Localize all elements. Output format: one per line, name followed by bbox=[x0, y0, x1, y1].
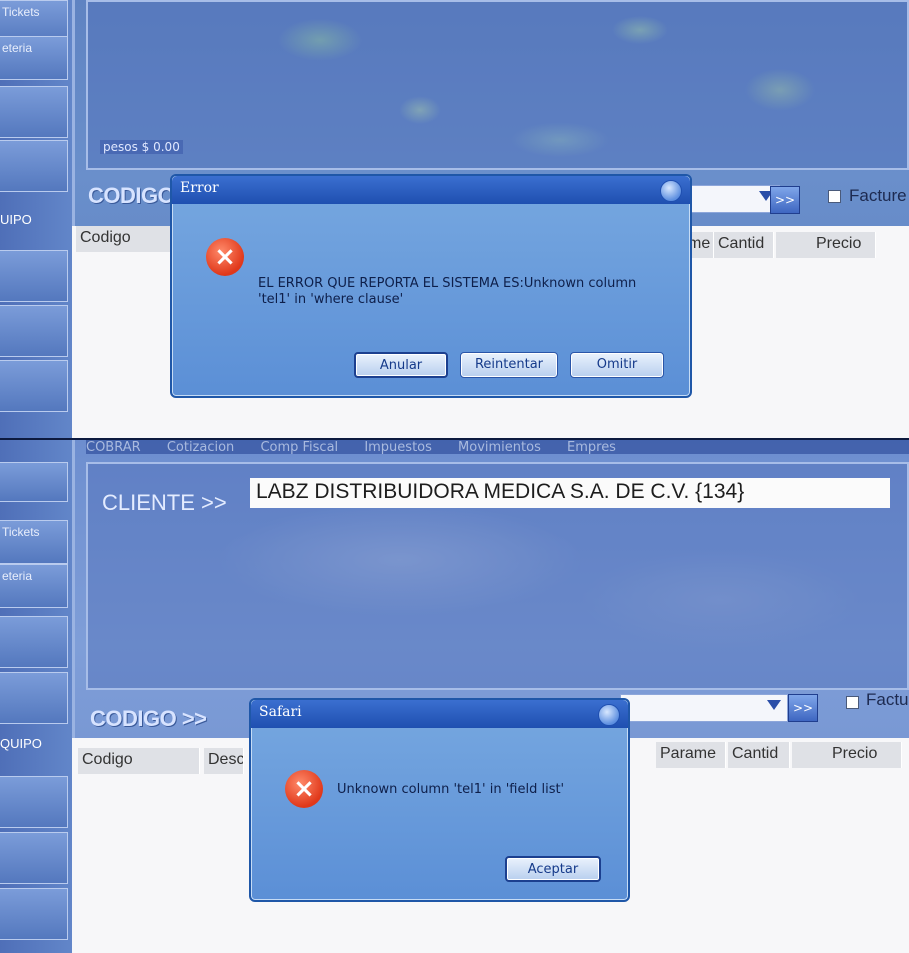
reintentar-button[interactable]: Reintentar bbox=[460, 352, 558, 378]
aceptar-button[interactable]: Aceptar bbox=[505, 856, 601, 882]
sidebar-item[interactable] bbox=[0, 776, 68, 828]
cliente-field[interactable]: LABZ DISTRIBUIDORA MEDICA S.A. DE C.V. {… bbox=[250, 478, 890, 508]
sidebar-item-label: eteria bbox=[2, 41, 33, 55]
product-combobox[interactable] bbox=[620, 694, 788, 722]
error-message-line: 'tel1' in 'where clause' bbox=[258, 292, 404, 307]
menu-item[interactable]: Movimientos bbox=[458, 440, 541, 454]
sidebar-item-eteria[interactable]: eteria bbox=[0, 36, 68, 80]
dialog-title: Safari bbox=[259, 704, 302, 720]
error-message: Unknown column 'tel1' in 'field list' bbox=[337, 782, 565, 797]
omitir-button[interactable]: Omitir bbox=[570, 352, 664, 378]
sidebar-item[interactable] bbox=[0, 462, 68, 502]
sidebar-item-eteria[interactable]: eteria bbox=[0, 564, 68, 608]
sidebar-item[interactable] bbox=[0, 832, 68, 884]
sidebar-item[interactable] bbox=[0, 86, 68, 138]
anular-button[interactable]: Anular bbox=[354, 352, 448, 378]
sidebar-item[interactable] bbox=[0, 888, 68, 940]
client-info-area bbox=[86, 0, 909, 170]
error-message: EL ERROR QUE REPORTA EL SISTEMA ES:Unkno… bbox=[258, 276, 668, 308]
balance-label: pesos $ 0.00 bbox=[100, 140, 183, 154]
column-header-cantidad[interactable]: Cantid bbox=[714, 232, 774, 258]
sidebar-item-label: Tickets bbox=[2, 5, 40, 19]
factura-label: Factu bbox=[866, 690, 909, 709]
sidebar-label: QUIPO bbox=[0, 736, 42, 751]
menu-item[interactable]: COBRAR bbox=[86, 440, 141, 454]
menu-item[interactable]: Empres bbox=[567, 440, 616, 454]
error-icon: × bbox=[206, 238, 244, 276]
product-combobox[interactable] bbox=[680, 185, 780, 213]
search-go-button[interactable]: >> bbox=[770, 186, 800, 214]
menu-item[interactable]: Comp Fiscal bbox=[260, 440, 338, 454]
column-header-precio[interactable]: Precio bbox=[792, 742, 902, 768]
sidebar: Tickets eteria QUIPO bbox=[0, 440, 75, 953]
factura-checkbox[interactable] bbox=[828, 190, 841, 203]
codigo-label: CODIGO bbox=[88, 183, 175, 208]
error-message-line: EL ERROR QUE REPORTA EL SISTEMA ES:Unkno… bbox=[258, 276, 637, 291]
sidebar-item[interactable] bbox=[0, 672, 68, 724]
sidebar-label: UIPO bbox=[0, 212, 32, 227]
codigo-label: CODIGO >> bbox=[90, 706, 207, 731]
bottom-screen: COBRAR Cotizacion Comp Fiscal Impuestos … bbox=[0, 440, 909, 953]
column-header-parametros[interactable]: Parame bbox=[656, 742, 726, 768]
chevron-down-icon[interactable] bbox=[767, 700, 781, 710]
factura-checkbox[interactable] bbox=[846, 696, 859, 709]
error-icon: × bbox=[285, 770, 323, 808]
column-header-codigo[interactable]: Codigo bbox=[76, 226, 176, 252]
sidebar-item-label: Tickets bbox=[2, 525, 40, 539]
sidebar-item[interactable] bbox=[0, 360, 68, 412]
sidebar-item-tickets[interactable]: Tickets bbox=[0, 520, 68, 564]
column-header-codigo[interactable]: Codigo bbox=[78, 748, 200, 774]
sidebar-item[interactable] bbox=[0, 305, 68, 357]
top-menu: COBRAR Cotizacion Comp Fiscal Impuestos … bbox=[86, 440, 909, 454]
sidebar-item[interactable] bbox=[0, 140, 68, 192]
cliente-label: CLIENTE >> bbox=[102, 490, 227, 515]
dialog-title-bar[interactable]: Safari bbox=[251, 700, 628, 728]
sidebar: Tickets eteria UIPO bbox=[0, 0, 75, 440]
menu-item[interactable]: Impuestos bbox=[364, 440, 432, 454]
dialog-title-bar[interactable]: Error bbox=[172, 176, 690, 204]
menu-item[interactable]: Cotizacion bbox=[167, 440, 234, 454]
close-icon[interactable] bbox=[660, 180, 682, 202]
close-icon[interactable] bbox=[598, 704, 620, 726]
sidebar-item-label: eteria bbox=[2, 569, 33, 583]
top-screen: Tickets eteria UIPO pesos $ 0.00 CODIGO … bbox=[0, 0, 909, 440]
sidebar-item[interactable] bbox=[0, 250, 68, 302]
dialog-title: Error bbox=[180, 180, 219, 196]
search-go-button[interactable]: >> bbox=[788, 694, 818, 722]
sidebar-item[interactable] bbox=[0, 616, 68, 668]
safari-dialog: Safari × Unknown column 'tel1' in 'field… bbox=[249, 698, 630, 902]
factura-label: Facture bbox=[849, 186, 907, 205]
error-dialog: Error × EL ERROR QUE REPORTA EL SISTEMA … bbox=[170, 174, 692, 398]
column-header-descripcion[interactable]: Desc bbox=[204, 748, 244, 774]
column-header-cantidad[interactable]: Cantid bbox=[728, 742, 790, 768]
column-header-precio[interactable]: Precio bbox=[776, 232, 876, 258]
